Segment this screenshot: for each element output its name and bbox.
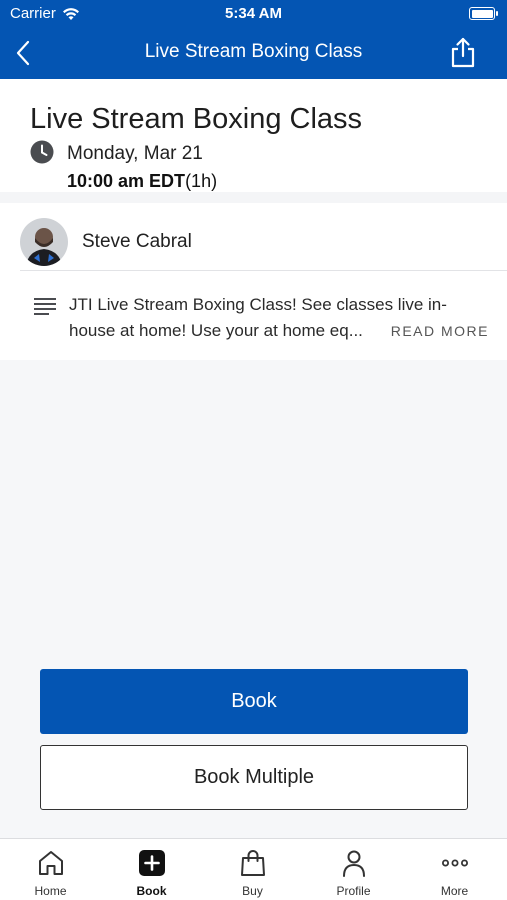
- tab-buy[interactable]: Buy: [202, 839, 303, 900]
- home-icon: [39, 851, 63, 875]
- instructor-name: Steve Cabral: [82, 231, 192, 252]
- tab-bar: Home Book Buy Profile More: [0, 838, 507, 900]
- nav-title: Live Stream Boxing Class: [144, 41, 363, 62]
- tab-more-label: More: [440, 884, 469, 898]
- tab-profile[interactable]: Profile: [303, 839, 404, 900]
- book-button[interactable]: Book: [40, 669, 468, 734]
- tab-more[interactable]: More: [404, 839, 505, 900]
- more-dots-icon: [442, 859, 468, 867]
- description-icon: [34, 298, 56, 315]
- status-time: 5:34 AM: [225, 5, 282, 22]
- class-time: 10:00 am EDT: [67, 171, 186, 191]
- avatar: [20, 218, 68, 266]
- status-bar: Carrier 5:34 AM: [0, 0, 507, 28]
- tab-buy-label: Buy: [242, 884, 263, 898]
- class-info: Steve Cabral JTI Live Stream Boxing Clas…: [0, 203, 507, 360]
- instructor-row[interactable]: Steve Cabral: [20, 213, 507, 271]
- tab-home-label: Home: [34, 884, 67, 898]
- person-icon: [343, 850, 365, 877]
- clock-icon: [30, 140, 54, 164]
- tab-book-label: Book: [136, 884, 167, 898]
- tab-profile-label: Profile: [336, 884, 371, 898]
- description-line-1: JTI Live Stream Boxing Class! See classe…: [69, 295, 447, 314]
- top-bar: Carrier 5:34 AM Live Stream Boxing Class: [0, 0, 507, 79]
- book-multiple-button[interactable]: Book Multiple: [40, 745, 468, 810]
- share-icon[interactable]: [449, 36, 477, 68]
- tab-book[interactable]: Book: [101, 839, 202, 900]
- class-duration: (1h): [185, 171, 218, 191]
- section-divider: [0, 192, 507, 203]
- divider: [20, 270, 507, 271]
- description-line-2-row: house at home! Use your at home eq... RE…: [69, 318, 489, 344]
- description-line-2: house at home! Use your at home eq...: [69, 321, 363, 340]
- plus-square-icon: [139, 850, 165, 876]
- class-time-row: 10:00 am EDT(1h): [67, 171, 217, 192]
- class-date: Monday, Mar 21: [67, 143, 203, 164]
- shopping-bag-icon: [241, 850, 265, 876]
- tab-home[interactable]: Home: [0, 839, 101, 900]
- class-header: Live Stream Boxing Class Monday, Mar 21 …: [0, 79, 507, 192]
- class-description: JTI Live Stream Boxing Class! See classe…: [69, 292, 489, 344]
- battery-icon: [469, 7, 498, 20]
- navigation-bar: Live Stream Boxing Class: [0, 28, 507, 79]
- class-title: Live Stream Boxing Class: [30, 103, 363, 135]
- read-more-link[interactable]: READ MORE: [391, 318, 489, 344]
